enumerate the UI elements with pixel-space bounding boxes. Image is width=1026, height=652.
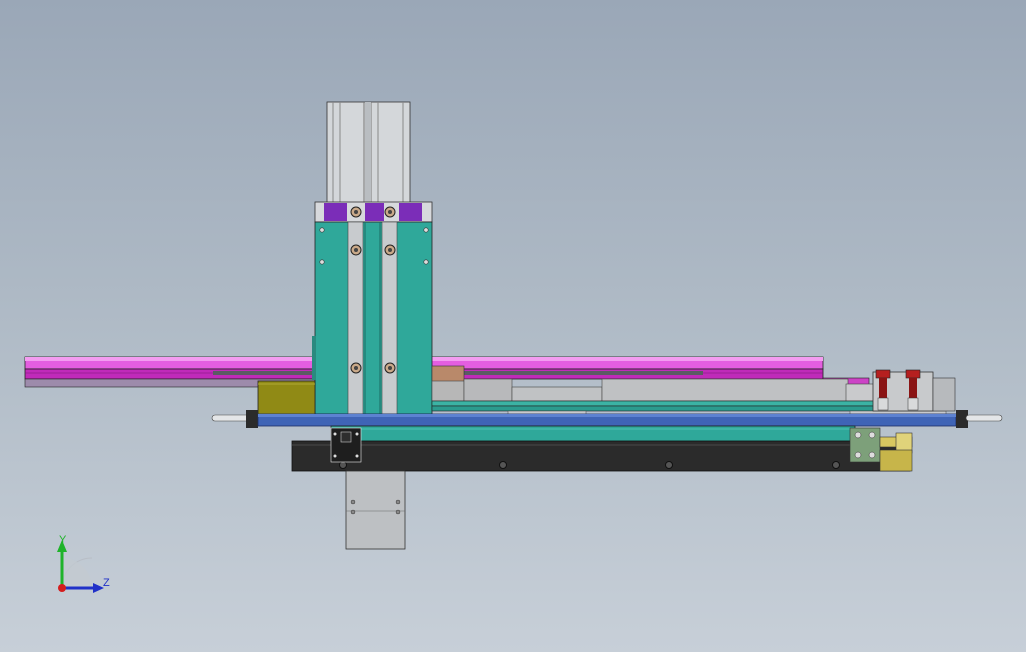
olive-mount-block[interactable] — [257, 380, 316, 416]
teal-vertical-slide[interactable] — [312, 221, 433, 415]
right-clamp-fixture[interactable] — [872, 369, 956, 412]
teal-carriage-plates[interactable] — [431, 400, 947, 416]
cad-graphics-area[interactable]: Y Z — [0, 0, 1026, 652]
purple-end-cap[interactable] — [314, 201, 433, 223]
assembly-model[interactable]: Y Z — [0, 0, 1026, 652]
z-axis-label: Z — [103, 577, 110, 589]
y-axis-label: Y — [59, 534, 67, 546]
teal-lower-slide[interactable] — [330, 425, 856, 444]
lower-motor[interactable] — [345, 470, 406, 550]
top-cylinder[interactable] — [326, 101, 411, 205]
dark-base-rail[interactable] — [291, 440, 911, 472]
coordinate-triad: Y Z — [57, 534, 110, 593]
base-bracket[interactable] — [330, 427, 362, 463]
